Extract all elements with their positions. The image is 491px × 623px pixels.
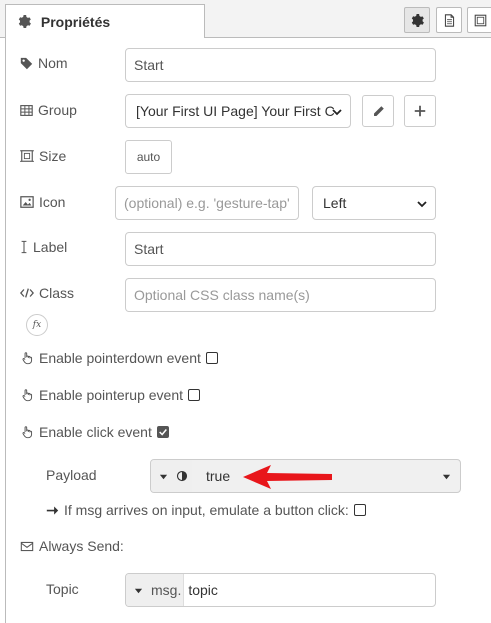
tag-icon [20,57,33,69]
caret-down-icon [134,588,143,593]
pointerdown-row: Enable pointerdown event [21,350,218,366]
window-frame-icon [474,14,486,26]
description-tab-button[interactable] [436,7,462,33]
topic-typed-input[interactable]: msg. topic [125,573,436,607]
add-group-button[interactable] [404,95,436,127]
envelope-icon [20,541,34,551]
class-input[interactable]: Optional CSS class name(s) [125,278,436,312]
always-send-label: Always Send: [20,538,124,554]
group-select[interactable]: [Your First UI Page] Your First C [125,94,351,128]
hand-pointer-icon [22,389,33,402]
emulate-row: If msg arrives on input, emulate a butto… [46,502,366,518]
topic-value: topic [188,582,218,598]
pointerup-row: Enable pointerup event [21,387,200,403]
hand-pointer-icon [22,426,33,439]
boolean-toggle-icon [176,470,188,482]
size-label: Size [20,148,66,164]
payload-type-button[interactable] [151,460,192,492]
text-cursor-icon [21,240,27,254]
chevron-down-icon [332,109,342,116]
label-input[interactable]: Start [125,232,436,266]
resize-frame-icon [20,150,34,162]
pointerup-checkbox[interactable] [188,389,200,401]
caret-down-icon [159,474,168,479]
pointerdown-checkbox[interactable] [205,352,218,364]
group-label: Group [20,102,77,118]
emulate-checkbox[interactable] [353,504,366,516]
properties-tab-button[interactable] [404,7,430,33]
appearance-tab-button[interactable] [467,7,491,33]
click-row: Enable click event [21,424,169,440]
icon-label: Icon [20,194,65,210]
topic-prefix: msg. [151,582,182,598]
code-icon [20,288,34,298]
table-icon [20,104,33,116]
topic-type-button[interactable]: msg. [126,574,185,606]
payload-label: Payload [46,467,97,483]
hand-pointer-icon [22,352,33,365]
pencil-icon [373,105,384,116]
edit-group-button[interactable] [362,95,394,127]
image-icon [20,196,34,208]
chevron-down-icon [417,201,427,208]
name-label: Nom [20,55,68,71]
properties-panel: Propriétés Nom Start Group [Your First U… [0,0,491,623]
fx-button[interactable]: fx [26,314,48,336]
icon-input[interactable]: (optional) e.g. 'gesture-tap' [115,186,299,220]
arrow-right-icon [46,505,59,515]
gear-icon [18,15,31,28]
click-checkbox[interactable] [156,426,169,438]
topic-label: Topic [46,581,79,597]
check-icon [158,429,167,436]
gear-icon [411,13,424,27]
annotation-arrow [243,465,332,489]
payload-value: true [206,468,231,484]
tab-properties-label: Propriétés [40,14,111,30]
document-icon [444,13,454,27]
class-label: Class [20,285,74,301]
label-field-label: Label [20,239,67,255]
name-input[interactable]: Start [125,48,436,82]
panel-header: Propriétés [0,0,491,39]
tab-properties[interactable]: Propriétés [5,4,205,39]
chevron-down-icon [442,474,451,480]
plus-icon [414,105,426,117]
size-button[interactable]: auto [125,140,172,174]
icon-position-select[interactable]: Left [312,186,436,220]
